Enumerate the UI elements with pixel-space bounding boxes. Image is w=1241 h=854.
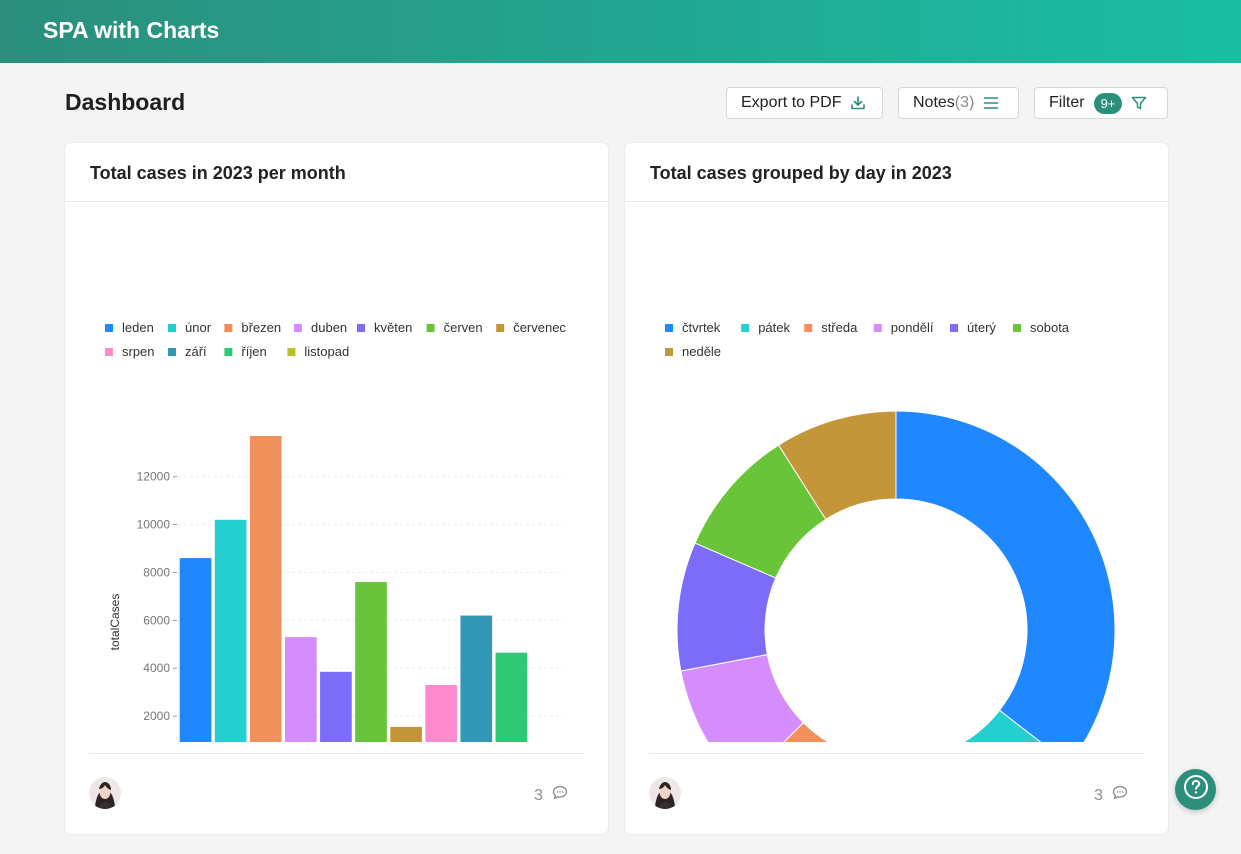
legend-label: duben: [311, 320, 347, 335]
help-button[interactable]: [1175, 769, 1216, 810]
legend-label: červen: [444, 320, 483, 335]
bar: [355, 582, 387, 742]
donut-chart: čtvrtek pátek středa pondělí úterý sobota nedě…: [665, 320, 1116, 742]
legend-swatch: [426, 324, 435, 332]
avatar[interactable]: [89, 777, 121, 809]
export-pdf-button[interactable]: Export to PDF: [726, 87, 883, 119]
bar: [214, 519, 247, 742]
legend-swatch: [357, 324, 365, 332]
question-icon: [1183, 774, 1209, 805]
menu-icon: [983, 95, 999, 111]
funnel-icon: [1131, 95, 1147, 111]
bar: [249, 436, 282, 742]
legend-swatch: [1013, 324, 1021, 332]
bar-chart: leden únor březen duben květen červen červenec…: [105, 320, 566, 742]
legend-label: úterý: [967, 320, 996, 335]
legend-label: středa: [821, 320, 858, 335]
card-divider: [89, 753, 584, 754]
filter-button[interactable]: Filter 9+: [1034, 87, 1168, 119]
legend-label: září: [185, 344, 207, 359]
legend-label: říjen: [241, 344, 266, 359]
legend-swatch: [873, 324, 882, 332]
legend-swatch: [741, 324, 750, 332]
comment-count: 3: [1094, 786, 1103, 804]
comments-link[interactable]: 3: [534, 784, 569, 807]
bar: [495, 652, 528, 742]
legend-label: leden: [122, 320, 154, 335]
bar: [320, 671, 352, 742]
legend-label: čtvrtek: [682, 320, 721, 335]
legend-swatch: [168, 324, 176, 332]
top-bar: SPA with Charts: [0, 0, 1241, 63]
legend-label: květen: [374, 320, 412, 335]
legend-swatch: [950, 324, 958, 332]
y-tick-label: 10000: [137, 518, 171, 532]
bar-chart-card: Total cases in 2023 per month leden únor b…: [65, 143, 608, 834]
legend-label: únor: [185, 320, 212, 335]
comment-count: 3: [534, 786, 543, 804]
legend-swatch: [804, 324, 813, 332]
legend-label: neděle: [682, 344, 721, 359]
legend-label: březen: [241, 320, 281, 335]
y-tick-label: 8000: [143, 565, 170, 579]
legend-label: srpen: [122, 344, 155, 359]
avatar[interactable]: [649, 777, 681, 809]
legend-swatch: [496, 324, 505, 332]
download-icon: [850, 95, 866, 111]
legend-swatch: [105, 348, 113, 356]
bar: [390, 726, 422, 742]
legend-swatch: [105, 324, 113, 332]
legend-swatch: [287, 348, 296, 356]
legend-label: pondělí: [891, 320, 934, 335]
y-axis-title: totalCases: [108, 594, 122, 651]
legend-label: červenec: [513, 320, 566, 335]
legend-swatch: [224, 348, 233, 356]
y-tick-label: 4000: [143, 661, 170, 675]
legend-swatch: [224, 324, 233, 332]
notes-count: (3): [954, 94, 975, 111]
app-title: SPA with Charts: [43, 17, 220, 43]
legend-label: pátek: [758, 320, 790, 335]
donut-chart-card: Total cases grouped by day in 2023 čtvrt…: [625, 143, 1168, 834]
comments-icon: [1103, 784, 1129, 807]
card-header: Total cases in 2023 per month: [65, 143, 608, 202]
notes-label: Notes: [913, 94, 955, 111]
y-tick-label: 12000: [137, 470, 171, 484]
bar: [460, 615, 493, 742]
legend-swatch: [665, 348, 673, 356]
export-pdf-label: Export to PDF: [741, 94, 842, 111]
bar: [284, 637, 317, 742]
notes-button[interactable]: Notes (3): [898, 87, 1019, 119]
y-tick-label: 2000: [143, 709, 170, 723]
legend-swatch: [665, 324, 673, 332]
comments-icon: [543, 784, 569, 807]
legend-label: sobota: [1030, 320, 1070, 335]
filter-label: Filter: [1049, 94, 1085, 111]
donut-slice: [895, 410, 1116, 742]
legend-swatch: [168, 348, 176, 356]
y-tick-label: 6000: [143, 613, 170, 627]
card-title: Total cases grouped by day in 2023: [650, 163, 952, 183]
bar: [425, 684, 458, 742]
legend-label: listopad: [304, 344, 349, 359]
card-title: Total cases in 2023 per month: [90, 163, 346, 183]
filter-badge: 9+: [1093, 92, 1123, 114]
card-header: Total cases grouped by day in 2023: [625, 143, 1168, 202]
card-divider: [649, 753, 1144, 754]
legend-swatch: [294, 324, 302, 332]
comments-link[interactable]: 3: [1094, 784, 1129, 807]
page-title: Dashboard: [65, 89, 186, 115]
bar: [179, 558, 212, 742]
